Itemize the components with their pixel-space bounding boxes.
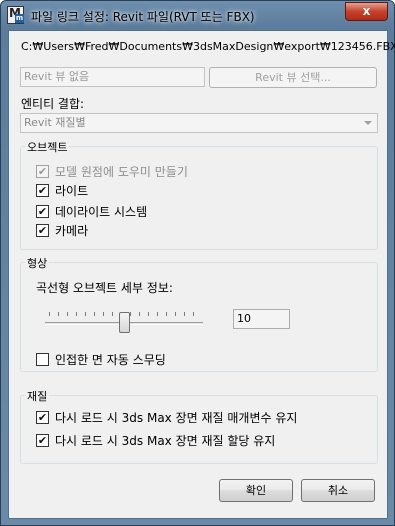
- revit-view-field: Revit 뷰 없음: [20, 67, 205, 87]
- entity-combine-label: 엔티티 결합:: [21, 97, 85, 111]
- keep-material-assignment-label: 다시 로드 시 3ds Max 장면 재질 할당 유지: [55, 434, 276, 448]
- curve-detail-slider-thumb[interactable]: [119, 312, 130, 333]
- keep-material-params-checkbox[interactable]: ✔: [36, 411, 49, 424]
- title-bar[interactable]: Mm 파일 링크 설정: Revit 파일(RVT 또는 FBX) x: [1, 1, 394, 29]
- 3dsmax-app-icon[interactable]: Mm: [7, 6, 24, 24]
- material-group: [20, 395, 378, 464]
- keep-material-assignment-checkbox[interactable]: ✔: [36, 434, 49, 447]
- window-title: 파일 링크 설정: Revit 파일(RVT 또는 FBX): [31, 10, 255, 24]
- slider-tick: [175, 312, 176, 316]
- material-group-title: 재질: [25, 388, 50, 404]
- slider-tick: [148, 312, 149, 316]
- ok-button[interactable]: 확인: [219, 479, 293, 502]
- objects-group-title: 오브젝트: [25, 139, 70, 155]
- slider-tick: [103, 312, 104, 316]
- cameras-label: 카메라: [55, 224, 89, 238]
- lights-label: 라이트: [55, 184, 89, 198]
- curve-detail-value-field[interactable]: 10: [233, 309, 290, 329]
- entity-combine-select[interactable]: Revit 재질별: [20, 113, 378, 133]
- slider-tick: [49, 312, 50, 316]
- create-helper-checkbox[interactable]: ✔: [36, 165, 49, 178]
- geometry-group-title: 형상: [25, 255, 50, 271]
- slider-tick: [193, 312, 194, 316]
- lights-checkbox[interactable]: ✔: [36, 184, 49, 197]
- file-path-label: C:₩Users₩Fred₩Documents₩3dsMaxDesign₩exp…: [21, 40, 395, 53]
- slider-tick: [130, 312, 131, 316]
- slider-tick: [85, 312, 86, 316]
- auto-smooth-label: 인접한 면 자동 스무딩: [55, 353, 166, 367]
- auto-smooth-checkbox[interactable]: [36, 353, 49, 366]
- slider-tick: [94, 312, 95, 316]
- slider-tick: [112, 312, 113, 316]
- slider-tick: [184, 312, 185, 316]
- daylight-system-checkbox[interactable]: ✔: [36, 205, 49, 218]
- slider-tick: [157, 312, 158, 316]
- slider-tick: [67, 312, 68, 316]
- dialog-window: Mm 파일 링크 설정: Revit 파일(RVT 또는 FBX) x C:₩U…: [0, 0, 395, 526]
- slider-tick: [139, 312, 140, 316]
- chevron-down-icon: [364, 121, 372, 125]
- cameras-checkbox[interactable]: ✔: [36, 224, 49, 237]
- slider-tick: [166, 312, 167, 316]
- select-revit-view-button[interactable]: Revit 뷰 선택...: [209, 67, 377, 88]
- keep-material-params-label: 다시 로드 시 3ds Max 장면 재질 매개변수 유지: [55, 411, 298, 425]
- create-helper-label: 모델 원점에 도우미 만들기: [55, 165, 188, 179]
- slider-tick: [76, 312, 77, 316]
- daylight-system-label: 데이라이트 시스템: [55, 205, 148, 219]
- dialog-client-area: C:₩Users₩Fred₩Documents₩3dsMaxDesign₩exp…: [8, 30, 395, 519]
- cancel-button[interactable]: 취소: [301, 479, 375, 502]
- entity-combine-selected: Revit 재질별: [24, 116, 86, 129]
- curve-detail-label: 곡선형 오브젝트 세부 정보:: [36, 281, 173, 295]
- close-button[interactable]: x: [345, 2, 388, 21]
- slider-tick: [58, 312, 59, 316]
